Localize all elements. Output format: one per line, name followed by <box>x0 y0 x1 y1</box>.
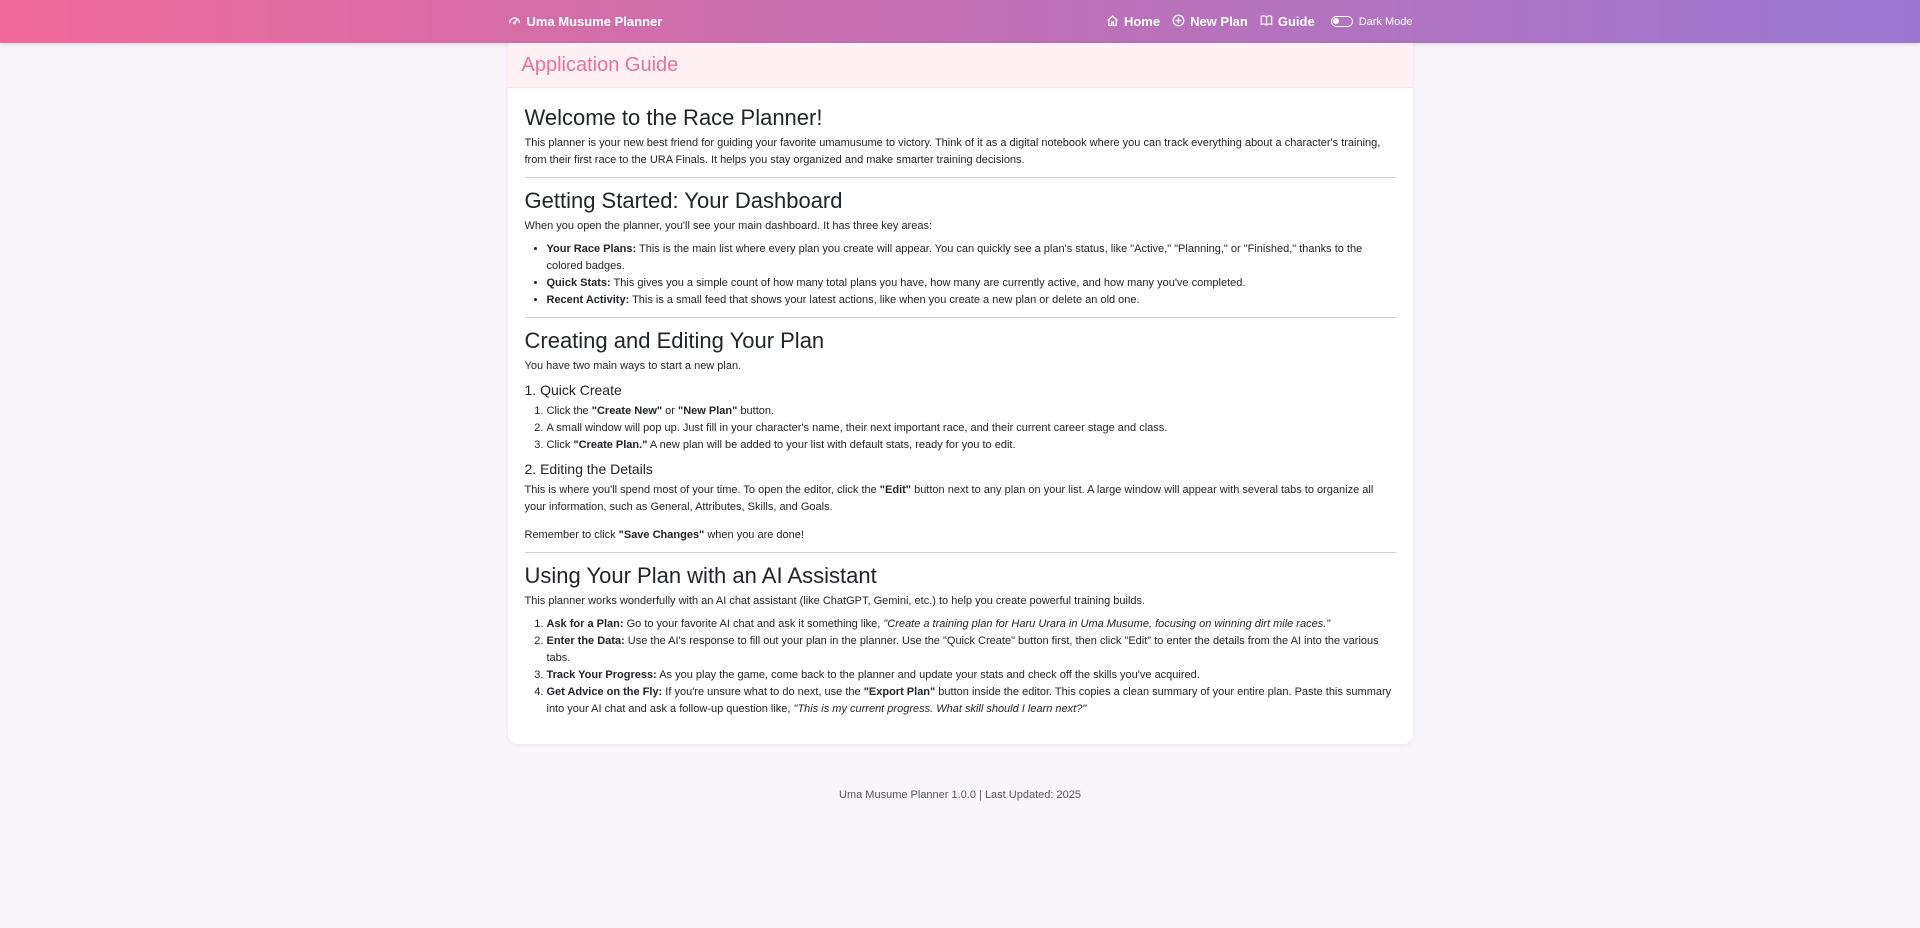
plus-circle-icon <box>1172 14 1190 30</box>
brand-link[interactable]: Uma Musume Planner <box>508 14 663 30</box>
list-item: Enter the Data: Use the AI's response to… <box>547 633 1396 667</box>
item-text: This is the main list where every plan y… <box>546 243 1363 272</box>
list-item: Click "Create Plan." A new plan will be … <box>547 437 1396 454</box>
step-quote: "This is my current progress. What skill… <box>793 703 1087 715</box>
divider <box>524 177 1396 178</box>
welcome-heading: Welcome to the Race Planner! <box>524 105 823 130</box>
remember-text: Remember to click "Save Changes" when yo… <box>525 527 1396 544</box>
step-text: A new plan will be added to your list wi… <box>647 439 1016 451</box>
nav-new-plan[interactable]: New Plan <box>1172 14 1248 30</box>
remember-text-part: Remember to click <box>524 529 619 541</box>
page-footer: Uma Musume Planner 1.0.0 | Last Updated:… <box>0 789 1920 801</box>
editing-text: This is where you'll spend most of your … <box>525 482 1396 516</box>
list-item: Track Your Progress: As you play the gam… <box>547 667 1396 684</box>
editing-text-part: This is where you'll spend most of your … <box>524 484 880 496</box>
step-label: Get Advice on the Fly: <box>546 686 663 698</box>
dark-mode-switch[interactable] <box>1330 16 1353 27</box>
dark-mode-label: Dark Mode <box>1358 15 1413 28</box>
step-emphasis: "Create Plan." <box>573 439 648 451</box>
step-label: Ask for a Plan: <box>546 618 624 630</box>
book-icon <box>1260 14 1278 30</box>
guide-title: Application Guide <box>521 53 679 76</box>
item-label: Your Race Plans: <box>546 243 637 255</box>
item-label: Recent Activity: <box>546 294 630 306</box>
brand-name: Uma Musume Planner <box>526 14 663 29</box>
top-navbar: Uma Musume Planner Home New Plan Guide D… <box>0 0 1920 43</box>
step-text: Use the AI's response to fill out your p… <box>546 635 1379 664</box>
speedometer-icon <box>508 14 527 30</box>
step-text: button. <box>737 405 775 417</box>
ai-intro: This planner works wonderfully with an A… <box>524 595 1146 607</box>
list-item: Get Advice on the Fly: If you're unsure … <box>547 684 1396 718</box>
dashboard-intro: When you open the planner, you'll see yo… <box>524 220 933 232</box>
list-item: Click the "Create New" or "New Plan" but… <box>547 403 1396 420</box>
item-label: Quick Stats: <box>546 277 611 289</box>
creating-heading: Creating and Editing Your Plan <box>524 328 825 353</box>
step-emphasis: "New Plan" <box>678 405 738 417</box>
divider <box>524 317 1396 318</box>
editing-emphasis: "Edit" <box>879 484 912 496</box>
list-item: A small window will pop up. Just fill in… <box>547 420 1396 437</box>
step-text: Click <box>546 439 574 451</box>
list-item: Recent Activity: This is a small feed th… <box>547 292 1396 309</box>
footer-text: Uma Musume Planner 1.0.0 | Last Updated:… <box>839 789 1081 801</box>
step-text: or <box>662 405 679 417</box>
ai-section: Using Your Plan with an AI Assistant Thi… <box>525 563 1396 718</box>
dark-mode-toggle[interactable]: Dark Mode <box>1330 15 1413 28</box>
divider <box>524 552 1396 553</box>
remember-text-part: when you are done! <box>704 529 804 541</box>
guide-card-body: Welcome to the Race Planner! This planne… <box>508 88 1413 744</box>
list-item: Ask for a Plan: Go to your favorite AI c… <box>547 616 1396 633</box>
step-text: Click the <box>546 405 592 417</box>
creating-intro: You have two main ways to start a new pl… <box>524 360 742 372</box>
step-quote: "Create a training plan for Haru Urara i… <box>883 618 1331 630</box>
step-text: Go to your favorite AI chat and ask it s… <box>623 618 884 630</box>
step-emphasis: "Export Plan" <box>863 686 936 698</box>
nav-home[interactable]: Home <box>1106 14 1160 30</box>
quick-create-heading: 1. Quick Create <box>524 382 622 398</box>
dashboard-list: Your Race Plans: This is the main list w… <box>525 241 1396 309</box>
ai-heading: Using Your Plan with an AI Assistant <box>524 563 877 588</box>
item-text: This is a small feed that shows your lat… <box>629 294 1140 306</box>
welcome-section: Welcome to the Race Planner! This planne… <box>525 105 1396 169</box>
creating-section: Creating and Editing Your Plan You have … <box>525 328 1396 544</box>
ai-steps: Ask for a Plan: Go to your favorite AI c… <box>525 616 1396 718</box>
step-text: A small window will pop up. Just fill in… <box>546 422 1168 434</box>
nav-new-plan-label: New Plan <box>1190 14 1248 29</box>
nav-home-label: Home <box>1123 14 1161 29</box>
list-item: Quick Stats: This gives you a simple cou… <box>547 275 1396 292</box>
guide-card-header: Application Guide <box>507 43 1413 88</box>
nav-guide-label: Guide <box>1277 14 1315 29</box>
remember-emphasis: "Save Changes" <box>618 529 705 541</box>
nav-guide[interactable]: Guide <box>1260 14 1315 30</box>
guide-card: Application Guide Welcome to the Race Pl… <box>507 43 1413 744</box>
welcome-text: This planner is your new best friend for… <box>524 137 1381 166</box>
dashboard-heading: Getting Started: Your Dashboard <box>524 188 843 213</box>
quick-create-steps: Click the "Create New" or "New Plan" but… <box>525 403 1396 454</box>
list-item: Your Race Plans: This is the main list w… <box>547 241 1396 275</box>
editing-heading: 2. Editing the Details <box>524 461 653 477</box>
step-text: As you play the game, come back to the p… <box>656 669 1200 681</box>
dashboard-section: Getting Started: Your Dashboard When you… <box>525 188 1396 309</box>
step-label: Track Your Progress: <box>546 669 657 681</box>
item-text: This gives you a simple count of how man… <box>610 277 1246 289</box>
house-icon <box>1106 14 1124 30</box>
step-label: Enter the Data: <box>546 635 625 647</box>
step-emphasis: "Create New" <box>591 405 663 417</box>
step-text: If you're unsure what to do next, use th… <box>662 686 864 698</box>
